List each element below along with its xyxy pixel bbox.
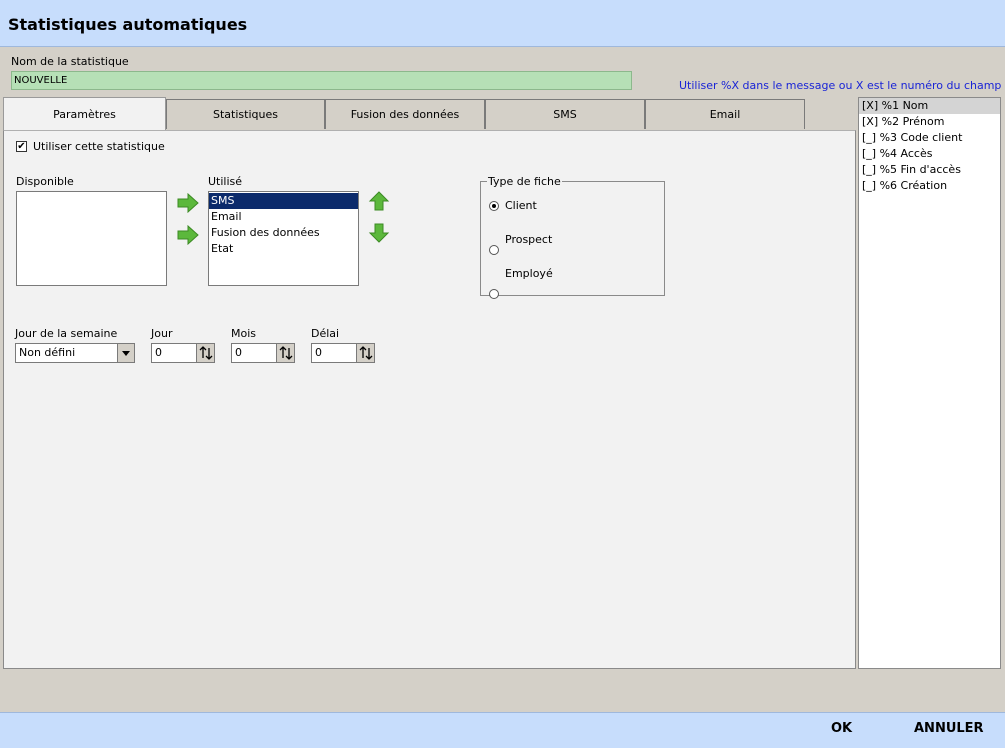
statistic-name-label: Nom de la statistique — [11, 55, 129, 68]
delay-spinner[interactable]: 0 — [311, 343, 375, 363]
parameters-panel: ✔ Utiliser cette statistique Disponible … — [3, 130, 856, 669]
list-item[interactable]: [X] %2 Prénom — [859, 114, 1000, 130]
use-statistic-checkbox[interactable]: ✔ — [16, 141, 27, 152]
radio-employe-label: Employé — [505, 267, 553, 280]
radio-prospect[interactable] — [489, 245, 499, 255]
footer-bar: OK ANNULER — [0, 712, 1005, 748]
move-down-arrow-icon[interactable] — [368, 223, 390, 243]
delay-stepper-button[interactable] — [356, 344, 374, 362]
radio-employe[interactable] — [489, 289, 499, 299]
tab-parametres[interactable]: Paramètres — [3, 97, 166, 131]
available-label: Disponible — [16, 175, 74, 188]
day-label: Jour — [151, 327, 173, 340]
list-item[interactable]: [_] %5 Fin d'accès — [859, 162, 1000, 178]
list-item[interactable]: [_] %3 Code client — [859, 130, 1000, 146]
tab-strip: Paramètres Statistiques Fusion des donné… — [3, 97, 856, 131]
move-right-arrow-icon[interactable] — [177, 193, 199, 213]
move-up-arrow-icon[interactable] — [368, 191, 390, 211]
tab-sms[interactable]: SMS — [485, 99, 645, 129]
tab-fusion-donnees[interactable]: Fusion des données — [325, 99, 485, 129]
ok-button[interactable]: OK — [831, 721, 852, 736]
month-spinner[interactable]: 0 — [231, 343, 295, 363]
cancel-button[interactable]: ANNULER — [914, 721, 984, 736]
list-item[interactable]: Fusion des données — [209, 225, 358, 241]
list-item[interactable]: [X] %1 Nom — [859, 98, 1000, 114]
weekday-value: Non défini — [19, 346, 76, 359]
month-label: Mois — [231, 327, 257, 340]
field-hint-text: Utiliser %X dans le message ou X est le … — [679, 79, 1002, 92]
weekday-label: Jour de la semaine — [15, 327, 118, 340]
list-item[interactable]: Etat — [209, 241, 358, 257]
used-listbox[interactable]: SMS Email Fusion des données Etat — [208, 191, 359, 286]
card-type-legend: Type de fiche — [488, 175, 561, 188]
dropdown-button[interactable] — [117, 344, 134, 362]
available-listbox[interactable] — [16, 191, 167, 286]
statistic-name-input[interactable] — [11, 71, 632, 90]
up-down-arrows-icon — [279, 346, 293, 360]
radio-prospect-label: Prospect — [505, 233, 553, 246]
delay-label: Délai — [311, 327, 340, 340]
tab-email[interactable]: Email — [645, 99, 805, 129]
tab-statistiques[interactable]: Statistiques — [166, 99, 325, 129]
up-down-arrows-icon — [199, 346, 213, 360]
move-left-arrow-icon[interactable] — [177, 225, 199, 245]
radio-client[interactable] — [489, 201, 499, 211]
used-label: Utilisé — [208, 175, 243, 188]
chevron-down-icon — [122, 351, 130, 356]
window-title: Statistiques automatiques — [8, 15, 248, 34]
list-item[interactable]: SMS — [209, 193, 358, 209]
list-item[interactable]: [_] %6 Création — [859, 178, 1000, 194]
merge-fields-list[interactable]: [X] %1 Nom [X] %2 Prénom [_] %3 Code cli… — [858, 97, 1001, 669]
day-spinner[interactable]: 0 — [151, 343, 215, 363]
month-value: 0 — [235, 346, 242, 359]
month-stepper-button[interactable] — [276, 344, 294, 362]
delay-value: 0 — [315, 346, 322, 359]
list-item[interactable]: [_] %4 Accès — [859, 146, 1000, 162]
up-down-arrows-icon — [359, 346, 373, 360]
weekday-dropdown[interactable]: Non défini — [15, 343, 135, 363]
day-value: 0 — [155, 346, 162, 359]
list-item[interactable]: Email — [209, 209, 358, 225]
use-statistic-label: Utiliser cette statistique — [33, 140, 165, 153]
radio-client-label: Client — [505, 199, 537, 212]
day-stepper-button[interactable] — [196, 344, 214, 362]
